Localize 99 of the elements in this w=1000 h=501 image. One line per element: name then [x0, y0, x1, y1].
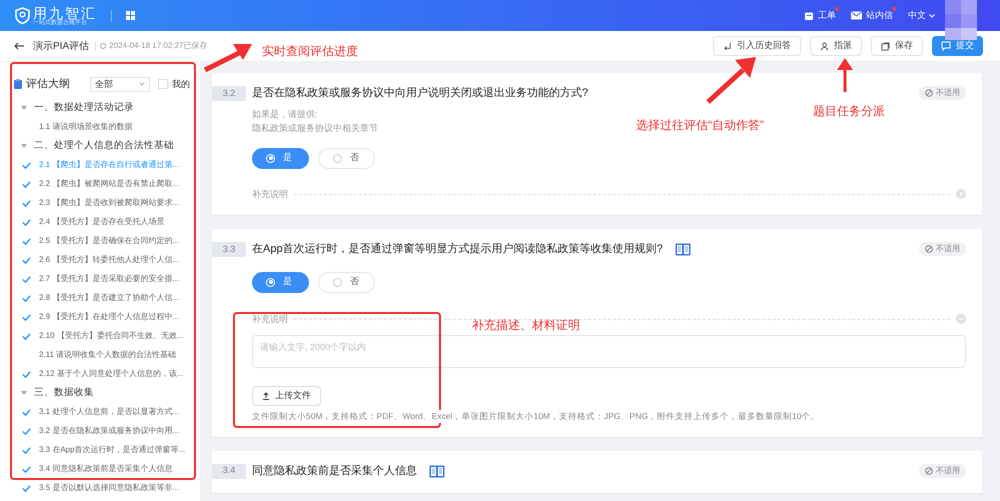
- check-icon: [22, 160, 31, 170]
- save-icon: [881, 42, 890, 50]
- shield-logo-icon: [15, 7, 30, 24]
- check-icon: [22, 464, 31, 474]
- annotation-text: 选择过往评估“自动作答”: [636, 117, 764, 134]
- check-icon: [22, 256, 31, 264]
- outline-section[interactable]: 二、处理个人信息的合法性基础: [14, 136, 200, 156]
- document-icon: [14, 79, 22, 90]
- logo-name: 用九智汇: [33, 6, 97, 20]
- mine-label: 我的: [172, 78, 190, 90]
- check-icon: [22, 180, 31, 188]
- annotation-arrow: [705, 56, 757, 104]
- language-select[interactable]: 中文: [908, 8, 935, 22]
- radio-option[interactable]: 是: [252, 272, 309, 292]
- radio-option[interactable]: 否: [318, 272, 375, 292]
- question-hint: 如果是，请提供:: [252, 108, 318, 120]
- supplement-input[interactable]: 请输入文字, 2000个字以内: [252, 335, 966, 368]
- check-icon: [22, 408, 31, 416]
- question-number: 3.3: [212, 242, 246, 257]
- question-hint: 隐私政策或服务协议中相关章节: [252, 122, 378, 134]
- upload-icon: [262, 392, 270, 400]
- toolbar-button[interactable]: 保存: [871, 36, 923, 56]
- calendar-icon: [804, 10, 814, 20]
- apps-grid-icon[interactable]: [126, 11, 135, 20]
- chevron-down-icon: [929, 14, 935, 18]
- forbidden-icon: [925, 245, 933, 254]
- not-applicable-button[interactable]: 不适用: [919, 86, 966, 100]
- toolbar-button[interactable]: 指派: [810, 36, 862, 56]
- mail-icon: [851, 11, 862, 20]
- outline-item[interactable]: 1.1 请说明场景收集的数据: [14, 118, 200, 136]
- forbidden-icon: [925, 467, 933, 475]
- chevron-down-icon: [139, 82, 145, 86]
- radio-icon: [266, 278, 275, 286]
- filter-select[interactable]: 全部: [90, 76, 150, 92]
- outline-item[interactable]: 3.2 是否在隐私政策或服务协议中向用...: [14, 422, 200, 440]
- book-icon[interactable]: [429, 464, 445, 478]
- annotation-arrow: [836, 58, 854, 92]
- not-applicable-button[interactable]: 不适用: [919, 464, 966, 478]
- question-title: 在App首次运行时，是否通过弹窗等明显方式提示用户阅读隐私政策等收集使用规则?: [252, 242, 663, 257]
- blurred-avatar: [945, 0, 977, 40]
- outline-item[interactable]: 3.4 同意隐私政策前是否采集个人信息: [14, 460, 200, 478]
- check-icon: [22, 218, 31, 226]
- outline-item[interactable]: 2.10 【受托方】委托合同不生效、无效...: [14, 326, 200, 346]
- collapse-toggle-icon[interactable]: [956, 314, 966, 324]
- question-number: 3.4: [212, 464, 246, 478]
- outline-item[interactable]: 3.5 是否以默认选择同意隐私政策等非...: [14, 478, 200, 498]
- outline-item[interactable]: 2.3 【爬虫】是否收到被爬取网站要求...: [14, 194, 200, 212]
- outline-section[interactable]: 三、数据收集: [14, 384, 200, 402]
- toolbar-button[interactable]: 引入历史回答: [713, 36, 801, 56]
- question-title: 同意隐私政策前是否采集个人信息: [252, 464, 417, 479]
- check-icon: [22, 484, 31, 492]
- outline-item[interactable]: 2.5 【受托方】是否确保在合同约定的...: [14, 232, 200, 250]
- radio-option[interactable]: 是: [252, 148, 309, 168]
- outline-item[interactable]: 2.7 【受托方】是否采取必要的安全措...: [14, 270, 200, 288]
- check-icon: [22, 332, 31, 340]
- radio-option[interactable]: 否: [318, 148, 375, 168]
- outline-title: 评估大纲: [26, 77, 70, 92]
- outline-item[interactable]: 2.1 【爬虫】是否存在自行或者通过第...: [14, 156, 200, 174]
- check-icon: [22, 274, 31, 284]
- return-icon: [723, 42, 732, 50]
- outline-section[interactable]: 一、数据处理活动记录: [14, 98, 200, 118]
- outline-item[interactable]: 2.8 【受托方】是否建立了协助个人信...: [14, 288, 200, 308]
- radio-icon: [333, 154, 342, 162]
- outline-item[interactable]: 3.3 在App首次运行时，是否通过弹窗等...: [14, 440, 200, 460]
- outline-item[interactable]: 2.2 【爬虫】被爬网站是否有禁止爬取...: [14, 174, 200, 194]
- check-icon: [22, 294, 31, 302]
- check-icon: [22, 370, 31, 378]
- clock-icon: [100, 43, 106, 49]
- mine-checkbox[interactable]: [158, 79, 168, 90]
- outline-item[interactable]: 3.1 处理个人信息前，是否以显著方式...: [14, 402, 200, 422]
- upload-button[interactable]: 上传文件: [252, 386, 321, 406]
- forbidden-icon: [925, 89, 933, 98]
- not-applicable-button[interactable]: 不适用: [919, 242, 966, 256]
- back-arrow-icon[interactable]: [14, 42, 24, 50]
- assessment-title: 演示PIA评估: [33, 40, 90, 54]
- check-icon: [22, 236, 31, 246]
- question-title: 是否在隐私政策或服务协议中向用户说明关闭或退出业务功能的方式?: [252, 86, 588, 101]
- check-icon: [22, 312, 31, 322]
- book-icon[interactable]: [674, 242, 691, 256]
- outline-item[interactable]: 2.12 基于个人同意处理个人信息的，该...: [14, 364, 200, 384]
- saved-time: 2024-04-18 17:02:27已保存: [109, 40, 208, 52]
- outline-item[interactable]: 2.4 【受托方】是否存在受托人场景: [14, 212, 200, 232]
- nav-link[interactable]: 工单: [804, 8, 836, 22]
- check-icon: [22, 426, 31, 436]
- radio-icon: [333, 278, 342, 286]
- collapse-toggle-icon[interactable]: [956, 189, 966, 200]
- annotation-text: 补充描述、材料证明: [472, 317, 580, 334]
- submit-icon: [941, 41, 951, 51]
- user-icon: [820, 42, 829, 50]
- annotation-text: 题目任务分派: [813, 103, 885, 120]
- outline-item[interactable]: 2.6 【受托方】转委托他人处理个人信...: [14, 250, 200, 270]
- check-icon: [22, 198, 31, 208]
- check-icon: [22, 446, 31, 454]
- nav-link[interactable]: 站内信: [851, 8, 893, 22]
- annotation-text: 实时查阅评估进度: [262, 43, 358, 60]
- radio-icon: [266, 154, 275, 162]
- outline-item[interactable]: 2.11 请说明收集个人数据的合法性基础: [14, 346, 200, 364]
- outline-item[interactable]: 2.9 【受托方】在处理个人信息过程中...: [14, 308, 200, 326]
- question-number: 3.2: [212, 86, 246, 101]
